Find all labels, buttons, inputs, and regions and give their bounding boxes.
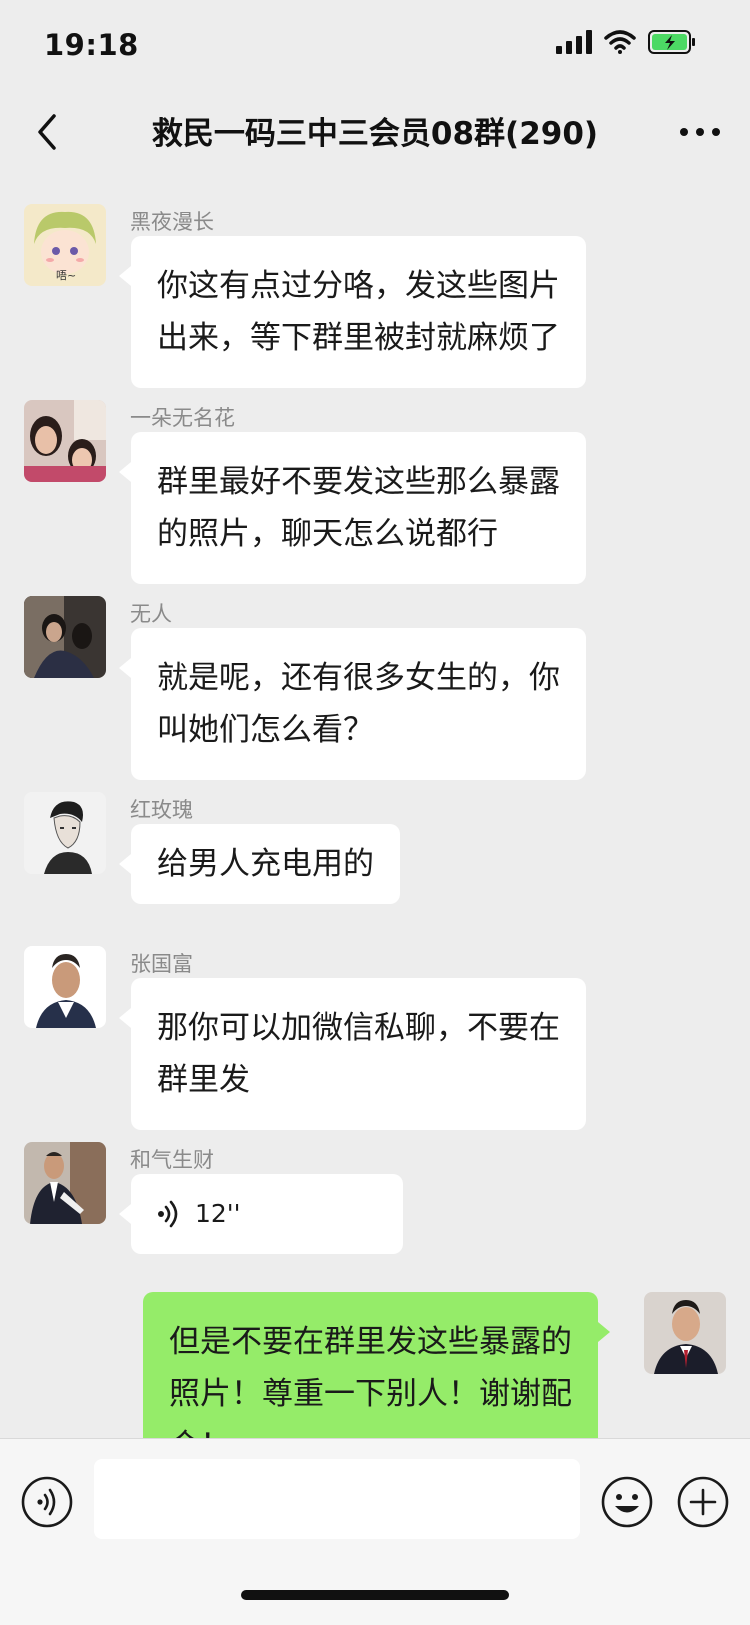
- message-list[interactable]: 唔~ 黑夜漫长 你这有点过分咯，发这些图片 出来，等下群里被封就麻烦了 一朵无名…: [0, 176, 750, 1438]
- battery-icon: [648, 30, 695, 54]
- status-time: 19:18: [44, 28, 139, 62]
- svg-text:唔~: 唔~: [56, 269, 76, 282]
- message-line: 合！: [169, 1420, 572, 1438]
- wifi-icon: [604, 30, 636, 54]
- chevron-left-icon: [38, 114, 56, 150]
- message-line: 出来，等下群里被封就麻烦了: [157, 320, 560, 356]
- message-bubble[interactable]: 你这有点过分咯，发这些图片 出来，等下群里被封就麻烦了: [119, 236, 586, 388]
- home-indicator[interactable]: [241, 1590, 509, 1600]
- sender-name: 张国富: [130, 952, 193, 976]
- signal-icon: [556, 30, 592, 54]
- message-input[interactable]: [94, 1459, 580, 1539]
- message-line: 的照片，聊天怎么说都行: [157, 516, 498, 552]
- message-line: 群里发: [157, 1062, 250, 1098]
- avatar[interactable]: [24, 946, 106, 1028]
- message-line: 群里最好不要发这些那么暴露: [157, 464, 560, 500]
- sender-name: 无人: [130, 602, 172, 626]
- message-line: 照片！尊重一下别人！谢谢配: [169, 1376, 572, 1412]
- sender-name: 红玫瑰: [130, 798, 193, 822]
- more-button[interactable]: [672, 106, 728, 158]
- message-line: 但是不要在群里发这些暴露的: [169, 1324, 572, 1360]
- sender-name: 黑夜漫长: [130, 210, 214, 234]
- chat-title: 救民一码三中三会员08群(290): [151, 116, 599, 152]
- avatar[interactable]: 唔~: [24, 204, 106, 286]
- message-line: 那你可以加微信私聊，不要在: [157, 1010, 560, 1046]
- message-bubble[interactable]: 就是呢，还有很多女生的，你 叫她们怎么看？: [119, 628, 586, 780]
- voice-input-button[interactable]: [20, 1475, 74, 1529]
- avatar[interactable]: [24, 792, 106, 874]
- message-line: 给男人充电用的: [157, 846, 374, 882]
- back-button[interactable]: [24, 106, 76, 158]
- avatar[interactable]: [24, 1142, 106, 1224]
- sender-name: 和气生财: [130, 1148, 214, 1172]
- avatar[interactable]: [644, 1292, 726, 1374]
- plus-button[interactable]: [676, 1475, 730, 1529]
- my-message-bubble[interactable]: 但是不要在群里发这些暴露的 照片！尊重一下别人！谢谢配 合！: [143, 1292, 610, 1438]
- voice-duration: 12'': [195, 1199, 241, 1228]
- message-bubble[interactable]: 那你可以加微信私聊，不要在 群里发: [119, 978, 586, 1130]
- avatar[interactable]: [24, 596, 106, 678]
- sender-name: 一朵无名花: [130, 406, 235, 430]
- message-line: 就是呢，还有很多女生的，你: [157, 660, 560, 696]
- plus-icon: [677, 1476, 729, 1528]
- emoji-button[interactable]: [600, 1475, 654, 1529]
- more-icon: [680, 128, 720, 136]
- message-bubble[interactable]: 给男人充电用的: [119, 824, 400, 904]
- voice-icon: [158, 1200, 178, 1228]
- voice-message: 12'': [157, 1188, 377, 1240]
- voice-icon: [21, 1476, 73, 1528]
- message-line: 叫她们怎么看？: [157, 712, 374, 748]
- status-bar: 19:18: [0, 0, 750, 88]
- message-line: 你这有点过分咯，发这些图片: [157, 268, 560, 304]
- message-bubble[interactable]: 群里最好不要发这些那么暴露 的照片，聊天怎么说都行: [119, 432, 586, 584]
- chat-header: 救民一码三中三会员08群(290): [0, 88, 750, 176]
- voice-message-bubble[interactable]: 12'': [119, 1174, 403, 1254]
- emoji-icon: [601, 1476, 653, 1528]
- avatar[interactable]: [24, 400, 106, 482]
- status-icons: [556, 30, 696, 54]
